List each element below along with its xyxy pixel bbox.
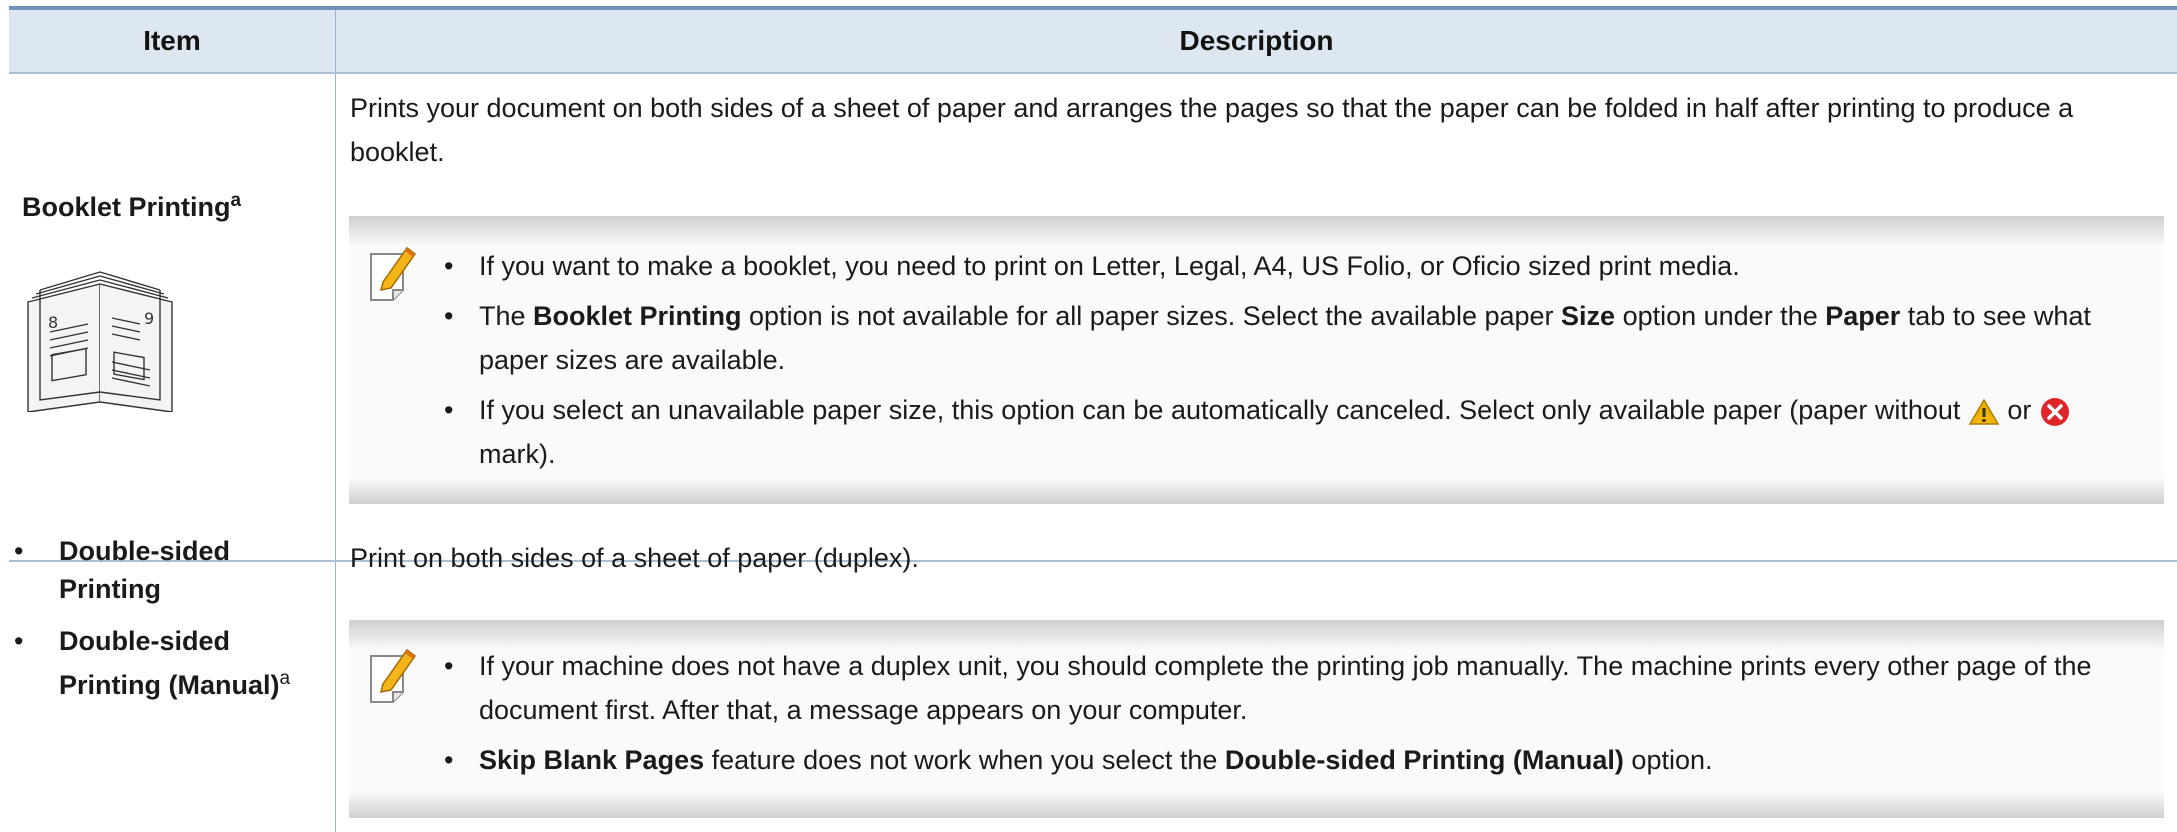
list-item: • If you want to make a booklet, you need… [444,251,1740,281]
item-double-sided-list: • Double-sided Printing • Double-sided Pri… [14,532,324,718]
list-item: • The Booklet Printing option is not avai… [444,301,2091,375]
item-booklet-printing: Booklet Printinga [22,190,242,222]
header-description: Description [1179,25,1334,56]
booklet-icon: 8 9 [27,271,173,412]
column-divider [335,10,336,832]
note-bottom-bar [349,792,2164,818]
list-item: • If your machine does not have a duplex … [444,651,2092,725]
note-bottom-bar [349,478,2164,504]
note-box: • If you want to make a booklet, you need… [349,216,2164,504]
note-top-bar [349,216,2164,246]
note-bullets: • If you want to make a booklet, you need… [444,244,2154,482]
book-page-number-left: 8 [48,313,58,332]
list-item: • Double-sided Printing [14,536,231,604]
note-pencil-icon [370,246,417,301]
warning-icon [1968,398,2000,425]
row-divider [9,72,2177,74]
list-item: • Skip Blank Pages feature does not work … [444,745,1713,775]
description-double-sided: Print on both sides of a sheet of paper … [350,543,919,573]
header-item: Item [143,25,201,56]
note-pencil-icon [370,648,417,703]
description-booklet: Prints your document on both sides of a … [350,93,2074,167]
note-bullets: • If your machine does not have a duplex … [444,644,2154,788]
note-box: • If your machine does not have a duplex … [349,620,2164,818]
list-item: • If you select an unavailable paper size… [444,388,2154,476]
list-item: • Double-sided Printing (Manual)a [14,626,291,700]
book-page-number-right: 9 [144,309,154,328]
error-icon [2040,397,2069,426]
